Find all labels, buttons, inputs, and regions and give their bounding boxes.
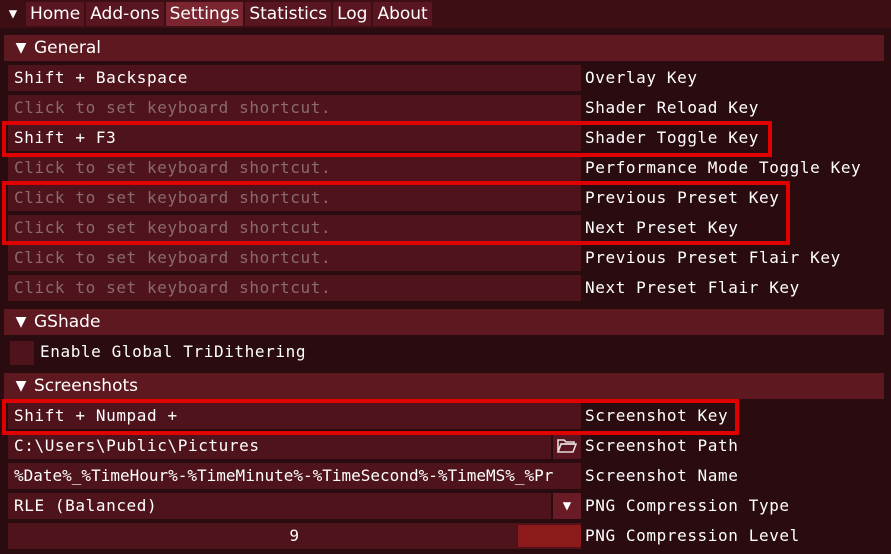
menu-home[interactable]: Home [26,2,85,26]
menu-log[interactable]: Log [333,2,372,26]
section-gshade-header[interactable]: ▼ GShade [4,309,884,335]
screenshots-row-name: %Date%_%TimeHour%-%TimeMinute%-%TimeSeco… [4,463,884,489]
general-row-previous-preset: Click to set keyboard shortcut. Previous… [4,185,884,211]
png-compression-type-label: PNG Compression Type [585,496,790,515]
next-preset-key-field[interactable]: Click to set keyboard shortcut. [8,215,581,241]
general-row-previous-preset-flair: Click to set keyboard shortcut. Previous… [4,245,884,271]
previous-preset-flair-key-field[interactable]: Click to set keyboard shortcut. [8,245,581,271]
previous-preset-key-label: Previous Preset Key [585,188,780,207]
overlay-key-label: Overlay Key [585,68,698,87]
folder-open-icon [557,439,577,453]
menu-add-ons[interactable]: Add-ons [86,2,164,26]
shader-toggle-key-field[interactable]: Shift + F3 [8,125,581,151]
general-row-next-preset: Click to set keyboard shortcut. Next Pre… [4,215,884,241]
menu-settings[interactable]: Settings [165,2,244,26]
gshade-row-tridithering: Enable Global TriDithering [4,339,884,365]
slider-grab-handle[interactable] [518,525,581,547]
menu-toggle-triangle-down-icon[interactable]: ▼ [0,6,26,22]
shader-reload-key-label: Shader Reload Key [585,98,759,117]
screenshot-path-input[interactable]: C:\Users\Public\Pictures [8,433,551,459]
previous-preset-key-field[interactable]: Click to set keyboard shortcut. [8,185,581,211]
section-screenshots-title: Screenshots [34,376,139,396]
screenshots-row-compression-level: 9 PNG Compression Level [4,523,884,549]
screenshots-row-compression-type: RLE (Balanced) ▼ PNG Compression Type [4,493,884,519]
folder-open-button[interactable] [553,433,581,459]
overlay-key-field[interactable]: Shift + Backspace [8,65,581,91]
png-compression-level-label: PNG Compression Level [585,526,800,545]
screenshot-path-label: Screenshot Path [585,436,739,455]
shader-reload-key-field[interactable]: Click to set keyboard shortcut. [8,95,581,121]
screenshots-row-path: C:\Users\Public\Pictures Screenshot Path [4,433,884,459]
chevron-down-icon[interactable]: ▼ [553,493,581,519]
next-preset-flair-key-field[interactable]: Click to set keyboard shortcut. [8,275,581,301]
screenshot-key-label: Screenshot Key [585,406,729,425]
screenshot-key-field[interactable]: Shift + Numpad + [8,403,581,429]
next-preset-flair-key-label: Next Preset Flair Key [585,278,800,297]
menu-bar: ▼ Home Add-ons Settings Statistics Log A… [0,0,891,28]
general-row-shader-toggle: Shift + F3 Shader Toggle Key [4,125,884,151]
screenshot-name-label: Screenshot Name [585,466,739,485]
section-general-header[interactable]: ▼ General [4,35,884,61]
general-row-next-preset-flair: Click to set keyboard shortcut. Next Pre… [4,275,884,301]
section-gshade-title: GShade [34,312,101,332]
menu-about[interactable]: About [373,2,432,26]
png-compression-type-select[interactable]: RLE (Balanced) [8,493,551,519]
section-general-title: General [34,38,101,58]
triangle-down-icon: ▼ [15,314,27,330]
triangle-down-icon: ▼ [15,378,27,394]
next-preset-key-label: Next Preset Key [585,218,739,237]
screenshots-row-key: Shift + Numpad + Screenshot Key [4,403,884,429]
general-row-performance-mode: Click to set keyboard shortcut. Performa… [4,155,884,181]
menu-statistics[interactable]: Statistics [245,2,332,26]
shader-toggle-key-label: Shader Toggle Key [585,128,759,147]
triangle-down-icon: ▼ [15,40,27,56]
performance-mode-key-field[interactable]: Click to set keyboard shortcut. [8,155,581,181]
performance-mode-key-label: Performance Mode Toggle Key [585,158,862,177]
tridithering-checkbox[interactable] [10,341,34,365]
png-compression-level-slider[interactable]: 9 [8,523,581,549]
general-row-overlay: Shift + Backspace Overlay Key [4,65,884,91]
previous-preset-flair-key-label: Previous Preset Flair Key [585,248,841,267]
screenshot-name-input[interactable]: %Date%_%TimeHour%-%TimeMinute%-%TimeSeco… [8,463,581,489]
section-screenshots-header[interactable]: ▼ Screenshots [4,373,884,399]
general-row-shader-reload: Click to set keyboard shortcut. Shader R… [4,95,884,121]
tridithering-label: Enable Global TriDithering [40,342,307,361]
